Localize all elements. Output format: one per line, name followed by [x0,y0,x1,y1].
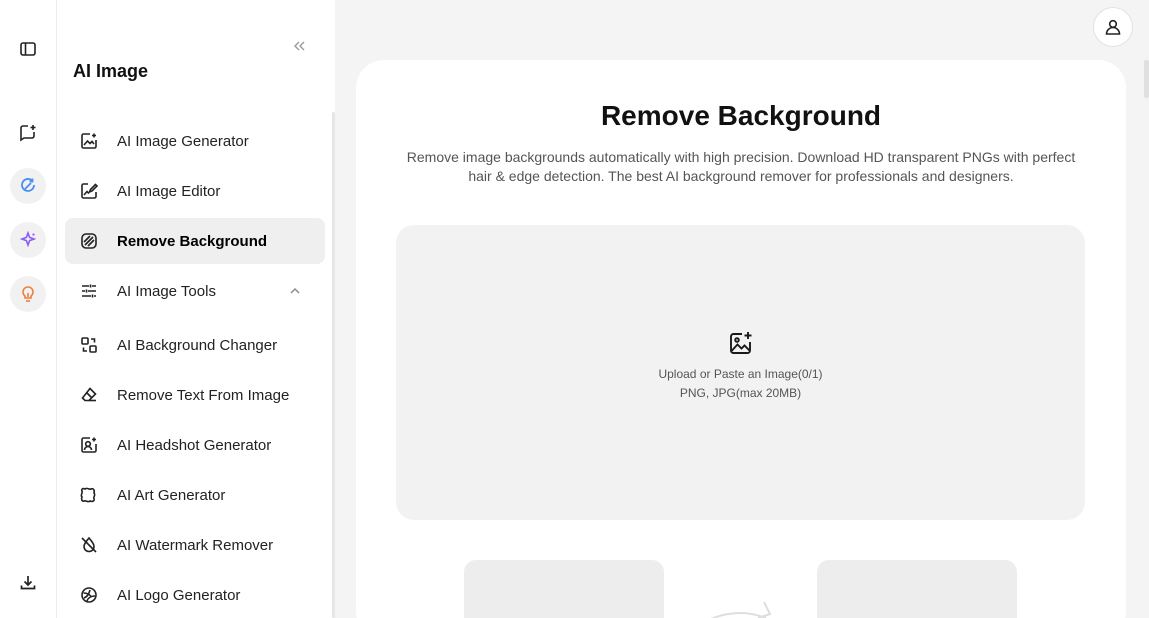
double-chevron-left-icon [294,41,305,51]
sidebar-item-ai-art-generator[interactable]: AI Art Generator [65,472,325,518]
sidebar-item-label: AI Background Changer [117,336,278,354]
image-sparkle-icon [81,133,97,149]
sidebar-title: AI Image [73,61,149,81]
sidebar-scrollbar[interactable] [332,112,335,618]
sidebar-item-remove-background[interactable]: Remove Background [65,218,325,264]
art-icon [80,487,96,503]
image-edit-icon [81,183,99,199]
logo-icon [81,587,97,603]
sidebar-item-ai-background-changer[interactable]: AI Background Changer [65,322,325,368]
sparkle-icon [19,230,37,248]
sidebar-item-label: AI Art Generator [117,486,226,504]
sidebar-item-ai-watermark-remover[interactable]: AI Watermark Remover [65,522,325,568]
new-chat-button[interactable] [10,114,46,150]
new-chat-icon [20,125,36,142]
upload-formats: PNG, JPG(max 20MB) [679,386,802,400]
sidebar-item-label: Remove Text From Image [117,386,290,404]
sidebar-item-label: AI Logo Generator [117,586,241,604]
page-description: Remove image backgrounds automatically w… [406,149,1076,184]
headshot-icon [81,437,97,453]
sidebar-item-ai-image-tools[interactable]: AI Image Tools [65,268,325,314]
collapse-sidebar-button[interactable] [289,36,309,56]
sparkle-button[interactable] [10,222,46,258]
page-scrollbar[interactable] [1144,60,1149,98]
sidebar-toggle-icon [20,42,36,56]
remove-background-icon [81,233,97,249]
upload-dropzone[interactable]: Upload or Paste an Image(0/1) PNG, JPG(m… [396,225,1085,520]
sidebar-item-ai-image-generator[interactable]: AI Image Generator [65,118,325,164]
download-icon [20,576,36,590]
refresh-icon [21,178,35,192]
page-title: Remove Background [600,100,882,131]
refresh-button[interactable] [10,168,46,204]
sidebar-item-ai-image-editor[interactable]: AI Image Editor [65,168,325,214]
chevron-up-icon[interactable] [287,283,303,299]
arrow-right-icon [711,601,772,618]
sidebar-toggle-button[interactable] [10,31,46,67]
sidebar-item-remove-text-from-image[interactable]: Remove Text From Image [65,372,325,418]
image-upload-icon [729,332,751,354]
main-card: Remove Background Remove image backgroun… [356,60,1126,618]
eraser-icon [81,387,97,402]
sidebar-item-label: AI Image Editor [117,182,221,200]
icon-rail [0,0,57,618]
lightbulb-button[interactable] [10,276,46,312]
lightbulb-icon [22,286,34,302]
sidebar-item-label: AI Image Tools [117,282,216,300]
sidebar: AI Image AI Image Generator AI Image Edi… [57,0,335,618]
sidebar-item-label: Remove Background [117,232,268,250]
upload-label: Upload or Paste an Image(0/1) [658,367,823,381]
account-button[interactable] [1093,7,1133,47]
sidebar-item-ai-logo-generator[interactable]: AI Logo Generator [65,572,325,618]
download-button[interactable] [10,565,46,601]
sidebar-item-ai-headshot-generator[interactable]: AI Headshot Generator [65,422,325,468]
sidebar-item-label: AI Headshot Generator [117,436,272,454]
example-before-thumbnail [464,560,664,618]
watermark-remover-icon [81,536,97,553]
sidebar-item-label: AI Image Generator [117,132,249,150]
background-changer-icon [81,337,97,353]
sliders-icon [82,284,96,298]
user-icon [1105,19,1121,35]
sidebar-item-label: AI Watermark Remover [117,536,274,554]
example-after-thumbnail [817,560,1017,618]
